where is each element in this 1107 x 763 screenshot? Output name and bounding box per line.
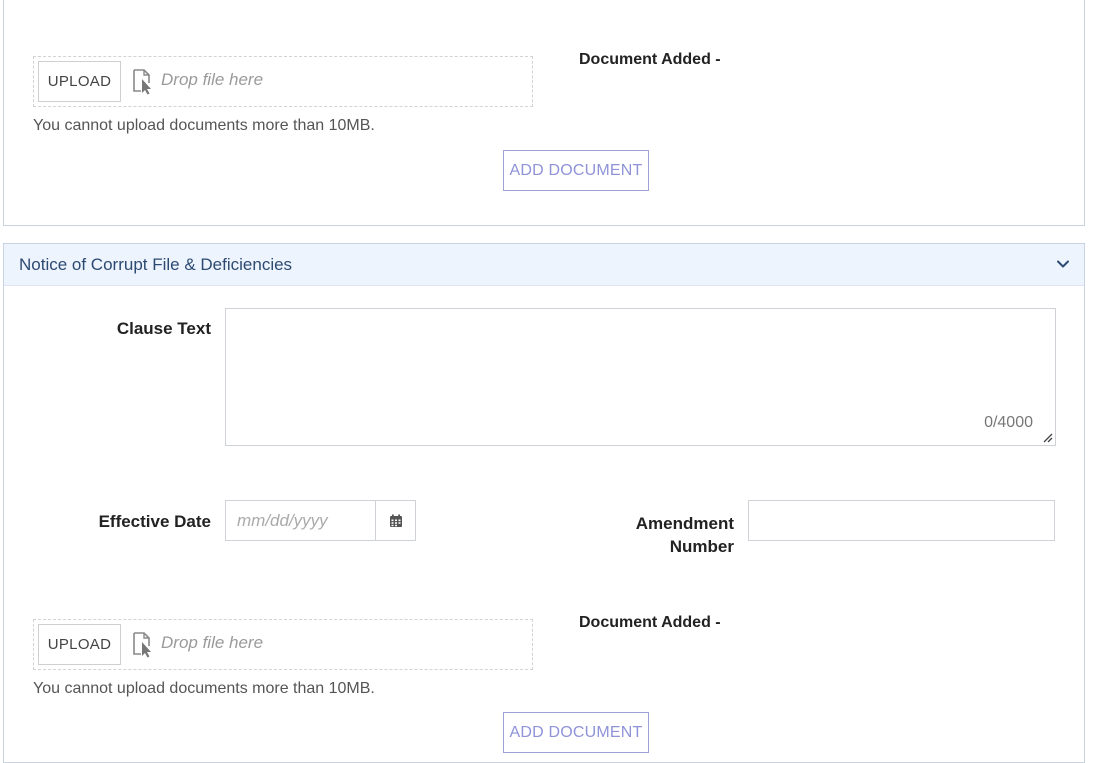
calendar-icon — [389, 514, 402, 527]
upload-size-hint: You cannot upload documents more than 10… — [33, 117, 375, 134]
file-dropzone[interactable]: UPLOAD Drop file here — [33, 619, 533, 670]
effective-date-field — [225, 500, 416, 541]
drop-file-text: Drop file here — [161, 70, 264, 89]
file-drop-icon — [133, 69, 151, 95]
effective-date-input[interactable] — [226, 501, 376, 540]
clause-text-label: Clause Text — [116, 319, 211, 338]
notice-section-panel: Notice of Corrupt File & Deficiencies Cl… — [3, 243, 1085, 763]
amendment-number-input[interactable] — [748, 500, 1055, 541]
notice-section-header[interactable]: Notice of Corrupt File & Deficiencies — [4, 244, 1084, 286]
file-drop-icon — [133, 632, 151, 658]
add-document-button[interactable]: ADD DOCUMENT — [503, 150, 649, 191]
add-document-button[interactable]: ADD DOCUMENT — [503, 712, 649, 753]
effective-date-label: Effective Date — [98, 512, 211, 531]
file-dropzone[interactable]: UPLOAD Drop file here — [33, 56, 533, 107]
resize-handle-icon[interactable] — [1041, 431, 1053, 443]
document-added-label: Document Added - — [579, 51, 721, 68]
drop-file-text: Drop file here — [161, 633, 264, 652]
upload-size-hint: You cannot upload documents more than 10… — [33, 680, 375, 697]
notice-section-title: Notice of Corrupt File & Deficiencies — [19, 255, 293, 274]
upload-button[interactable]: UPLOAD — [38, 61, 121, 102]
chevron-down-icon[interactable] — [1056, 257, 1070, 271]
calendar-button[interactable] — [375, 501, 415, 540]
upload-button[interactable]: UPLOAD — [38, 624, 121, 665]
clause-text-textarea[interactable]: 0/4000 — [225, 308, 1056, 446]
document-added-label: Document Added - — [579, 614, 721, 631]
amendment-number-label: Amendment Number — [564, 512, 734, 558]
amendment-label-line1: Amendment — [635, 514, 734, 533]
amendment-label-line2: Number — [669, 537, 734, 556]
clause-char-counter: 0/4000 — [984, 414, 1033, 431]
upload-section-panel: UPLOAD Drop file here Document Added - Y… — [3, 0, 1085, 226]
